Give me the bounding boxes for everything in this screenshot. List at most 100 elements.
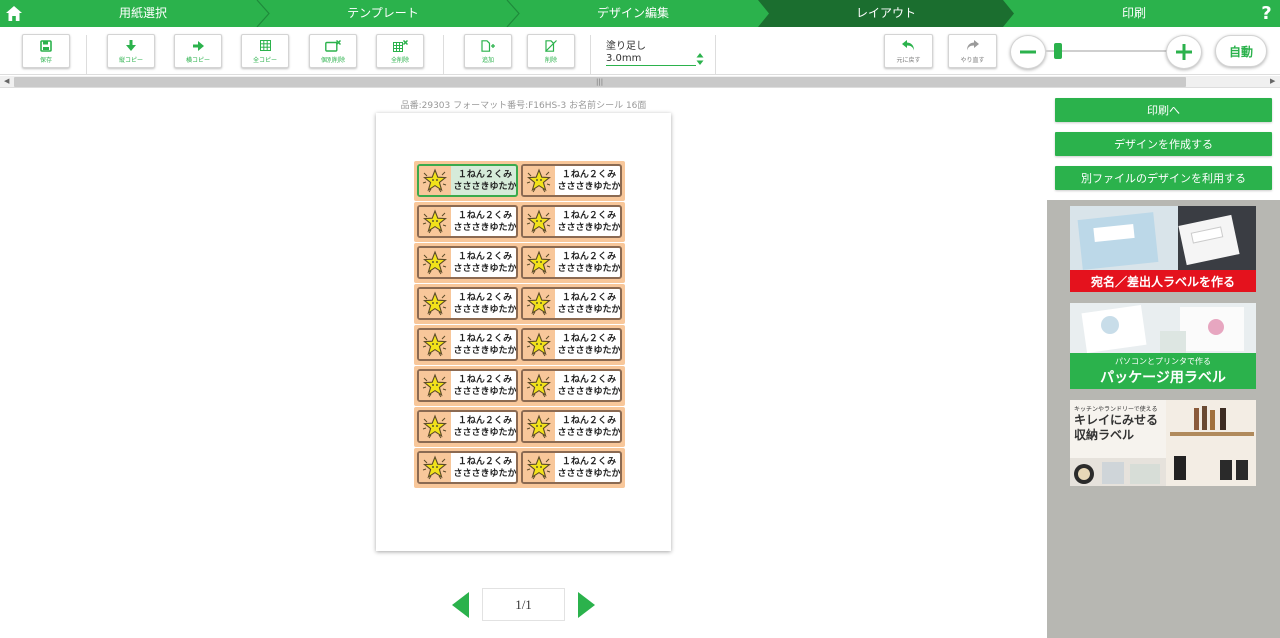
copy-horizontal-button[interactable]: 横コピー: [174, 34, 222, 68]
copy-all-button[interactable]: 全コピー: [241, 34, 289, 68]
go-to-print-button[interactable]: 印刷へ: [1055, 98, 1272, 122]
redo-button[interactable]: やり直す: [948, 34, 997, 68]
bleed-control: 塗り足し 3.0mm: [606, 37, 704, 71]
name-label-1[interactable]: １ねん２くみ さささきゆたか: [414, 161, 521, 201]
star-icon: [526, 249, 551, 274]
zoom-in-button[interactable]: [1166, 35, 1202, 69]
zoom-slider-thumb[interactable]: [1054, 43, 1062, 59]
ad-package-label[interactable]: パソコンとプリンタで作る パッケージ用ラベル: [1070, 303, 1256, 389]
label-text: １ねん２くみ さささきゆたか: [452, 169, 516, 193]
label-icon-area: [419, 248, 451, 277]
label-icon-area: [419, 412, 451, 441]
name-label-7[interactable]: １ねん２くみ さささきゆたか: [414, 284, 521, 324]
label-line-2: さささきゆたか: [557, 182, 621, 192]
name-label-3[interactable]: １ねん２くみ さささきゆたか: [414, 202, 521, 242]
step-divider: [256, 0, 270, 27]
name-label-4[interactable]: １ねん２くみ さささきゆたか: [518, 202, 625, 242]
delete-button[interactable]: 削除: [527, 34, 575, 68]
create-design-button[interactable]: デザインを作成する: [1055, 132, 1272, 156]
name-label-15[interactable]: １ねん２くみ さささきゆたか: [414, 448, 521, 488]
label-text: １ねん２くみ さささきゆたか: [556, 456, 620, 480]
auto-zoom-button[interactable]: 自動: [1215, 35, 1267, 67]
label-icon-area: [523, 330, 555, 359]
save-button[interactable]: 保存: [22, 34, 70, 68]
ad-address-label[interactable]: 宛名／差出人ラベルを作る: [1070, 206, 1256, 292]
step-layout[interactable]: レイアウト: [758, 0, 1014, 27]
arrow-down-icon: [126, 40, 136, 51]
label-line-2: さささきゆたか: [557, 346, 621, 356]
horizontal-scrollbar[interactable]: ◀ ||| ▶: [0, 76, 1280, 88]
label-frame: １ねん２くみ さささきゆたか: [521, 246, 622, 279]
label-text: １ねん２くみ さささきゆたか: [452, 415, 516, 439]
label-frame: １ねん２くみ さささきゆたか: [417, 164, 518, 197]
star-icon: [422, 454, 447, 479]
delete-all-button[interactable]: 全削除: [376, 34, 424, 68]
label-text: １ねん２くみ さささきゆたか: [556, 333, 621, 357]
ad-storage-label[interactable]: キッチンやランドリーで使える キレイにみせる 収納ラベル: [1070, 400, 1256, 486]
star-icon: [526, 331, 551, 356]
label-frame: １ねん２くみ さささきゆたか: [417, 287, 518, 320]
label-frame: １ねん２くみ さささきゆたか: [521, 410, 622, 443]
home-button[interactable]: [0, 0, 27, 27]
delete-individual-button[interactable]: 個別削除: [309, 34, 357, 68]
label-line-1: １ねん２くみ: [561, 457, 617, 467]
bleed-input[interactable]: 3.0mm: [606, 53, 696, 66]
label-text: １ねん２くみ さささきゆたか: [452, 374, 516, 398]
save-icon: [40, 39, 52, 52]
name-label-11[interactable]: １ねん２くみ さささきゆたか: [414, 366, 521, 406]
name-label-5[interactable]: １ねん２くみ さささきゆたか: [414, 243, 521, 283]
zoom-slider-track[interactable]: [1046, 50, 1168, 52]
prev-page-icon[interactable]: [452, 592, 470, 618]
label-icon-area: [419, 371, 451, 400]
bleed-label: 塗り足し: [606, 41, 646, 52]
add-button[interactable]: 追加: [464, 34, 512, 68]
use-other-file-design-button[interactable]: 別ファイルのデザインを利用する: [1055, 166, 1272, 190]
star-icon: [526, 208, 551, 233]
name-label-16[interactable]: １ねん２くみ さささきゆたか: [518, 448, 625, 488]
label-text: １ねん２くみ さささきゆたか: [556, 292, 620, 316]
name-label-6[interactable]: １ねん２くみ さささきゆたか: [518, 243, 625, 283]
next-page-icon[interactable]: [577, 592, 595, 618]
name-label-10[interactable]: １ねん２くみ さささきゆたか: [518, 325, 625, 365]
name-label-13[interactable]: １ねん２くみ さささきゆたか: [414, 407, 521, 447]
label-frame: １ねん２くみ さささきゆたか: [417, 410, 518, 443]
label-text: １ねん２くみ さささきゆたか: [556, 169, 621, 193]
star-icon: [422, 331, 447, 356]
ad-address-label-title: 宛名／差出人ラベルを作る: [1070, 270, 1256, 292]
frame-delete-icon: [325, 39, 341, 52]
star-icon: [422, 249, 447, 274]
undo-button[interactable]: 元に戻す: [884, 34, 933, 68]
star-icon: [526, 372, 551, 397]
label-line-1: １ねん２くみ: [561, 211, 617, 221]
copy-vertical-button[interactable]: 縦コピー: [107, 34, 155, 68]
name-label-2[interactable]: １ねん２くみ さささきゆたか: [518, 161, 625, 201]
minus-icon: [1020, 50, 1036, 54]
scroll-left-icon[interactable]: ◀: [4, 77, 9, 85]
label-line-1: １ねん２くみ: [457, 375, 513, 385]
help-button[interactable]: ?: [1253, 0, 1280, 27]
star-icon: [526, 454, 551, 479]
zoom-out-button[interactable]: [1010, 35, 1046, 69]
label-text: １ねん２くみ さささきゆたか: [556, 415, 621, 439]
step-template[interactable]: テンプレート: [258, 0, 508, 27]
step-design-edit[interactable]: デザイン編集: [508, 0, 758, 27]
label-line-1: １ねん２くみ: [457, 293, 513, 303]
label-line-1: １ねん２くみ: [457, 170, 513, 180]
delete-label: 削除: [544, 56, 557, 64]
label-line-2: さささきゆたか: [557, 428, 621, 438]
label-text: １ねん２くみ さささきゆたか: [452, 333, 516, 357]
undo-icon: [902, 40, 914, 51]
label-icon-area: [523, 248, 555, 277]
star-icon: [422, 372, 447, 397]
label-line-1: １ねん２くみ: [457, 416, 513, 426]
name-label-9[interactable]: １ねん２くみ さささきゆたか: [414, 325, 521, 365]
step-print[interactable]: 印刷: [1014, 0, 1254, 27]
name-label-14[interactable]: １ねん２くみ さささきゆたか: [518, 407, 625, 447]
bleed-spinner-icon[interactable]: [696, 51, 704, 67]
star-icon: [526, 413, 551, 438]
step-paper-select[interactable]: 用紙選択: [28, 0, 258, 27]
name-label-8[interactable]: １ねん２くみ さささきゆたか: [518, 284, 625, 324]
name-label-12[interactable]: １ねん２くみ さささきゆたか: [518, 366, 625, 406]
arrow-right-icon: [192, 40, 204, 51]
scroll-right-icon[interactable]: ▶: [1270, 77, 1275, 85]
